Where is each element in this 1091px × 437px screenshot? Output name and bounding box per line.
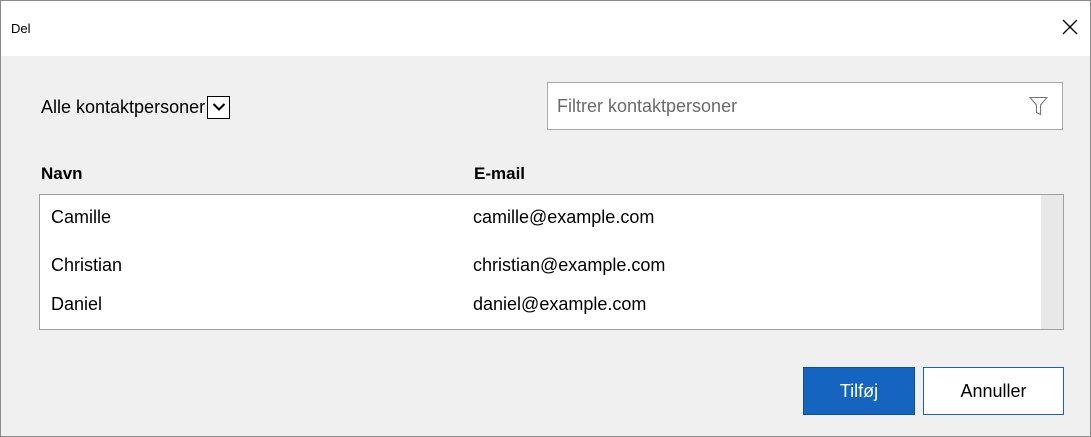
list-scrollbar[interactable] bbox=[1041, 195, 1063, 329]
contacts-dropdown[interactable]: Alle kontaktpersoner bbox=[41, 93, 231, 121]
column-header-email[interactable]: E-mail bbox=[474, 164, 525, 184]
table-row[interactable]: Christian christian@example.com bbox=[40, 249, 1040, 281]
contact-name: Christian bbox=[51, 255, 123, 275]
contact-name: Camille bbox=[51, 207, 112, 227]
filter-contacts-field[interactable] bbox=[547, 82, 1063, 130]
chevron-down-icon bbox=[212, 103, 225, 111]
contact-name: Daniel bbox=[51, 294, 103, 314]
table-row[interactable]: Daniel daniel@example.com bbox=[40, 288, 1040, 320]
contact-email: camille@example.com bbox=[473, 207, 655, 227]
filter-contacts-input[interactable] bbox=[548, 83, 1018, 129]
add-button[interactable]: Tilføj bbox=[803, 367, 915, 415]
column-header-name[interactable]: Navn bbox=[41, 164, 83, 184]
window-title: Del bbox=[11, 21, 31, 36]
dropdown-toggle[interactable] bbox=[207, 95, 231, 119]
table-row[interactable]: Camille camille@example.com bbox=[40, 201, 1040, 233]
funnel-icon[interactable] bbox=[1029, 96, 1048, 116]
share-dialog: Del Alle kontaktpersoner Navn E-mail Cam… bbox=[0, 0, 1091, 437]
cancel-button[interactable]: Annuller bbox=[923, 367, 1064, 415]
close-icon bbox=[1062, 19, 1078, 35]
contact-email: christian@example.com bbox=[473, 255, 666, 275]
contacts-dropdown-label: Alle kontaktpersoner bbox=[41, 96, 206, 117]
title-bar: Del bbox=[1, 1, 1090, 56]
contacts-list[interactable]: Camille camille@example.com Christian ch… bbox=[39, 194, 1064, 330]
close-button[interactable] bbox=[1050, 9, 1090, 45]
contact-email: daniel@example.com bbox=[473, 294, 647, 314]
